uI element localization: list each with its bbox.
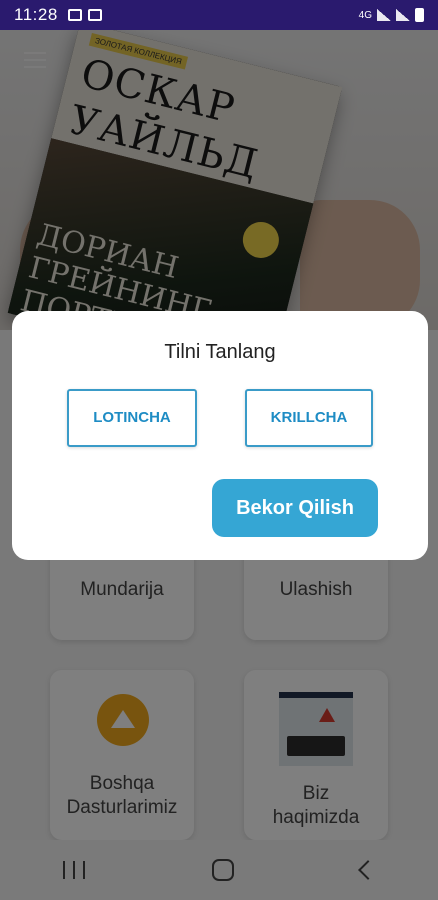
recent-apps-icon[interactable] — [63, 861, 86, 879]
language-dialog: Tilni Tanlang LOTINCHA KRILLCHA Bekor Qi… — [12, 311, 428, 560]
signal-2-icon — [396, 9, 410, 21]
network-type-label: 4G — [358, 9, 372, 21]
battery-icon — [415, 8, 424, 22]
cyrillic-button[interactable]: KRILLCHA — [245, 389, 373, 447]
status-time: 11:28 — [14, 5, 58, 24]
image-notification-icon — [67, 9, 82, 21]
dialog-title: Tilni Tanlang — [164, 341, 276, 363]
app-notification-icon — [87, 9, 102, 21]
system-nav-bar — [0, 840, 438, 900]
status-bar: 11:28 4G — [0, 0, 438, 30]
signal-icon — [377, 9, 391, 21]
latin-button[interactable]: LOTINCHA — [67, 389, 197, 447]
home-icon[interactable] — [211, 859, 234, 881]
cancel-button[interactable]: Bekor Qilish — [212, 479, 378, 537]
notification-icons — [67, 9, 102, 21]
back-icon[interactable] — [357, 860, 378, 880]
status-right: 4G — [359, 8, 424, 22]
